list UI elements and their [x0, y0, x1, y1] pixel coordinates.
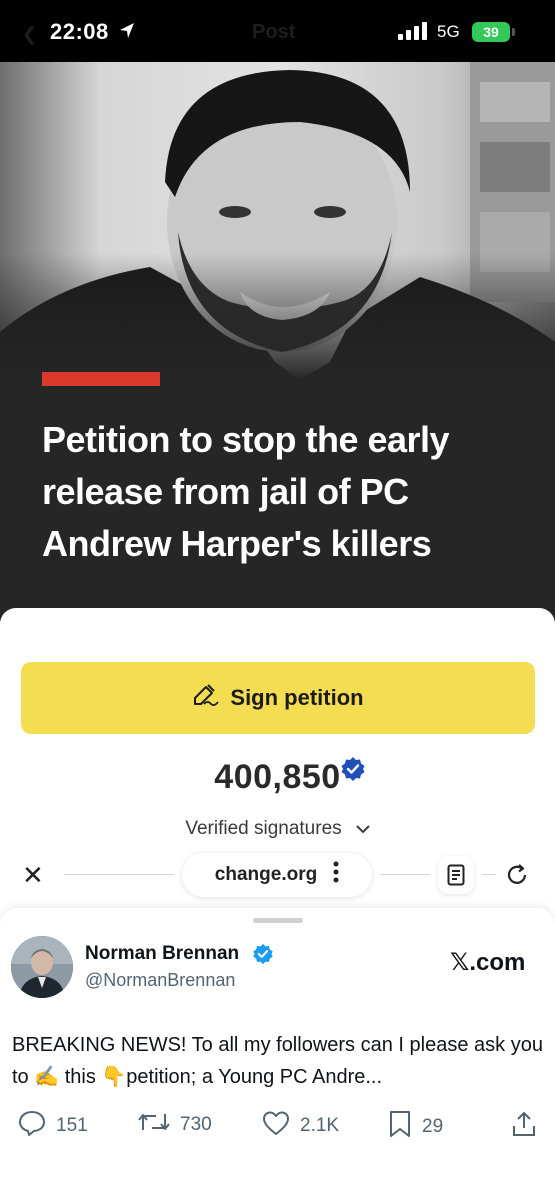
- sheet-grabber[interactable]: [253, 918, 303, 923]
- close-icon[interactable]: ✕: [22, 862, 44, 888]
- hero-photo: [0, 62, 555, 380]
- share-icon: [511, 1110, 537, 1144]
- location-arrow-icon: [119, 22, 135, 45]
- network-type: 5G: [437, 22, 460, 41]
- url-pill[interactable]: change.org: [182, 853, 372, 897]
- avatar[interactable]: [11, 936, 73, 998]
- back-ghost-icon: ❮: [22, 24, 38, 44]
- signature-label: Verified signatures: [185, 818, 342, 839]
- tweet-text[interactable]: BREAKING NEWS! To all my followers can I…: [12, 1029, 547, 1093]
- divider: [380, 874, 430, 875]
- signal-icon: [398, 22, 428, 45]
- verified-badge-icon: [252, 943, 274, 970]
- pen-icon: [192, 683, 220, 713]
- battery-icon: 39: [472, 22, 510, 42]
- divider: [482, 874, 496, 875]
- tweet-actions: 151 730 2.1K 29: [0, 1110, 555, 1146]
- author-name[interactable]: Norman Brennan: [85, 943, 239, 965]
- repost-button[interactable]: 730: [138, 1110, 212, 1140]
- divider: [64, 874, 174, 875]
- repost-count: 730: [180, 1114, 212, 1135]
- chevron-down-icon: [355, 818, 370, 840]
- reader-icon[interactable]: [438, 856, 474, 894]
- like-count: 2.1K: [300, 1115, 340, 1136]
- reload-icon[interactable]: [504, 862, 530, 893]
- source-link[interactable]: 𝕏.com: [450, 948, 525, 977]
- bookmark-icon: [388, 1110, 412, 1144]
- status-time: 22:08: [50, 19, 109, 44]
- signature-label-row[interactable]: Verified signatures: [0, 818, 555, 840]
- sign-petition-label: Sign petition: [230, 685, 364, 710]
- browser-bar: ✕ change.org: [0, 850, 555, 900]
- signature-count: 400,850: [214, 758, 341, 796]
- author-handle[interactable]: @NormanBrennan: [85, 970, 235, 991]
- more-icon[interactable]: [333, 861, 339, 889]
- like-icon: [262, 1110, 290, 1142]
- status-overlay-title: Post: [252, 21, 296, 43]
- hero-accent-bar: [42, 372, 160, 386]
- signature-count-row: 400,850: [0, 758, 555, 797]
- reply-icon: [18, 1110, 46, 1142]
- hero-headline: Petition to stop the early release from …: [42, 419, 450, 564]
- url-text: change.org: [214, 864, 318, 885]
- status-bar: ❮ 22:08 Post 5G 39: [0, 0, 555, 62]
- hero-banner: Petition to stop the early release from …: [0, 62, 555, 622]
- like-button[interactable]: 2.1K: [262, 1110, 339, 1142]
- bookmark-count: 29: [422, 1116, 444, 1137]
- battery-tip: [512, 28, 515, 36]
- bookmark-button[interactable]: 29: [388, 1110, 443, 1144]
- share-button[interactable]: [511, 1110, 537, 1144]
- sign-petition-button[interactable]: Sign petition: [21, 662, 535, 734]
- reply-button[interactable]: 151: [18, 1110, 88, 1142]
- repost-icon: [138, 1110, 170, 1140]
- reply-count: 151: [56, 1115, 88, 1136]
- verified-badge-icon: [340, 756, 366, 787]
